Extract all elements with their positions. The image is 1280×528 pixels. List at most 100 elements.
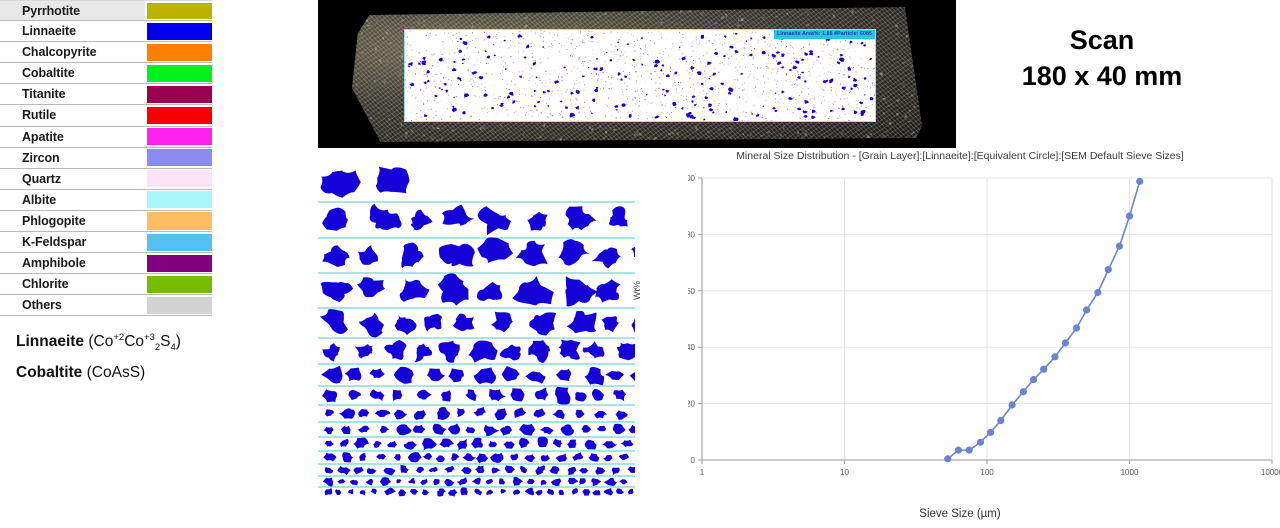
scan-particle-speck — [465, 109, 467, 111]
rock-speck — [866, 126, 867, 128]
rock-speck — [368, 95, 370, 98]
scan-particle-speck — [844, 55, 846, 57]
scan-particle-speck — [498, 32, 500, 33]
rock-speck — [885, 99, 886, 101]
scan-particle-speck — [487, 112, 489, 113]
scan-particle-speck — [797, 78, 799, 80]
scan-particle-speck — [505, 62, 507, 64]
scan-particle-speck — [638, 58, 639, 60]
legend-color-swatch — [147, 43, 212, 61]
scan-particle-speck — [672, 85, 673, 87]
scan-particle-speck — [502, 79, 503, 80]
scan-particle-speck — [865, 114, 867, 116]
scan-particle-speck — [579, 33, 581, 34]
scan-particle-speck — [504, 97, 506, 98]
rock-speck — [609, 127, 612, 128]
scan-particle-speck — [538, 43, 540, 45]
rock-speck — [667, 23, 670, 25]
scan-particle-speck — [846, 90, 848, 91]
grain-particle — [369, 389, 385, 402]
scan-particle-speck — [475, 76, 477, 78]
grain-particle — [400, 465, 410, 474]
grain-particle — [514, 407, 527, 418]
chart-data-point — [965, 446, 973, 454]
scan-particle-speck — [556, 33, 558, 35]
scan-particle-grain — [422, 56, 426, 61]
rock-speck — [904, 46, 907, 48]
rock-speck — [405, 132, 408, 133]
scan-particle-speck — [810, 73, 811, 75]
scan-particle-speck — [526, 112, 528, 114]
scan-particle-speck — [552, 36, 554, 38]
rock-speck — [367, 40, 369, 42]
rock-speck — [491, 130, 493, 133]
scan-particle-speck — [577, 30, 579, 31]
scan-particle-speck — [686, 61, 688, 63]
rock-speck — [354, 8, 355, 9]
scan-particle-speck — [533, 44, 535, 46]
scan-particle-speck — [848, 119, 850, 121]
chart-plot-area: 020406080100110100100010000 — [688, 172, 1280, 490]
scan-particle-speck — [561, 93, 563, 95]
scan-particle-speck — [527, 105, 529, 107]
scan-particle-speck — [570, 43, 572, 44]
scan-particle-speck — [636, 79, 638, 81]
rock-speck — [365, 78, 366, 81]
scan-particle-speck — [426, 56, 428, 58]
scan-particle-speck — [576, 80, 578, 82]
scan-particle-speck — [731, 43, 733, 45]
rock-speck — [914, 60, 916, 62]
scan-particle-speck — [571, 54, 572, 55]
scan-particle-speck — [796, 59, 798, 61]
rock-speck — [385, 34, 388, 36]
scan-particle-speck — [857, 65, 859, 67]
scan-particle-speck — [596, 37, 597, 39]
grain-particle — [631, 318, 635, 333]
scan-particle-speck — [782, 98, 783, 99]
scan-particle-speck — [689, 77, 691, 79]
grain-particle — [461, 467, 472, 475]
scan-particle-speck — [440, 81, 442, 83]
scan-particle-speck — [708, 40, 710, 42]
scan-particle-speck — [571, 103, 572, 105]
scan-particle-speck — [744, 120, 745, 121]
rock-speck — [683, 11, 685, 14]
rock-speck — [454, 25, 456, 27]
rock-speck — [684, 137, 685, 138]
rock-speck — [820, 12, 822, 15]
scan-overlay-tag: Linnaeite Area%: 1.85 #Particle: 6085 — [774, 30, 875, 39]
rock-speck — [539, 136, 542, 138]
scan-particle-speck — [549, 32, 550, 33]
scan-particle-speck — [808, 93, 810, 95]
scan-particle-speck — [794, 106, 796, 108]
rock-speck — [898, 139, 900, 141]
rock-speck — [717, 132, 720, 134]
scan-particle-speck — [469, 56, 470, 57]
scan-particle-speck — [856, 104, 858, 106]
scan-particle-speck — [678, 49, 680, 51]
grain-particle — [534, 387, 549, 401]
rock-speck — [672, 133, 674, 135]
rock-speck — [364, 30, 365, 32]
rock-speck — [915, 29, 918, 30]
legend-color-swatch — [147, 22, 212, 40]
scan-particle-speck — [571, 55, 573, 57]
grain-particle — [398, 489, 407, 497]
scan-particle-speck — [729, 109, 731, 111]
scan-particle-speck — [655, 88, 657, 89]
scan-particle-grain — [830, 109, 834, 113]
scan-particle-speck — [467, 43, 469, 45]
scan-particle-speck — [554, 70, 556, 71]
scan-particle-speck — [520, 43, 522, 44]
scan-particle-speck — [830, 87, 832, 89]
scan-particle-speck — [792, 47, 793, 48]
rock-speck — [619, 14, 622, 16]
scan-particle-grain — [869, 97, 874, 101]
scan-particle-speck — [420, 100, 422, 101]
grain-particle — [627, 466, 635, 473]
scan-particle-speck — [448, 32, 450, 34]
scan-particle-speck — [718, 110, 720, 112]
scan-particle-speck — [512, 33, 514, 34]
grain-particle — [471, 437, 483, 449]
scan-particle-speck — [601, 51, 603, 53]
